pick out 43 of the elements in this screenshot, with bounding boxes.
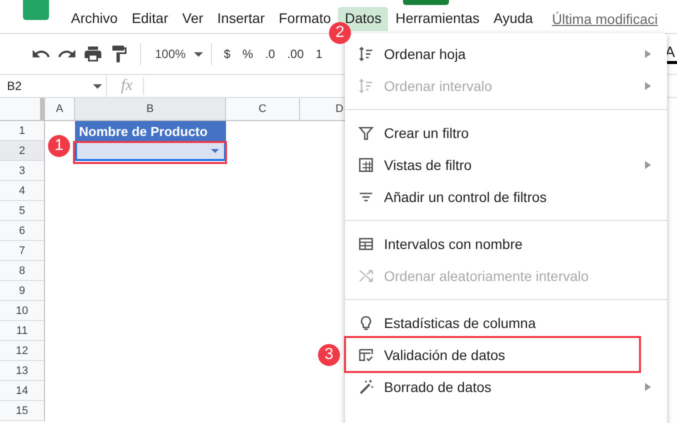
- increase-decimals-button[interactable]: .00: [287, 47, 304, 61]
- menu-item[interactable]: Insertar: [210, 7, 272, 31]
- row-header[interactable]: 4: [0, 181, 45, 201]
- menu-item[interactable]: Herramientas: [388, 7, 486, 31]
- row-header[interactable]: 6: [0, 221, 45, 241]
- row-header[interactable]: 10: [0, 301, 45, 321]
- menu-item[interactable]: Editar: [124, 7, 176, 31]
- row-header[interactable]: 7: [0, 241, 45, 261]
- row-header[interactable]: 15: [0, 401, 45, 421]
- step-number: 1: [48, 135, 70, 157]
- step-number: 2: [329, 22, 351, 44]
- number-format-button[interactable]: 1: [316, 47, 322, 61]
- row-header[interactable]: 11: [0, 321, 45, 341]
- row-header[interactable]: 2: [0, 141, 45, 161]
- column-header[interactable]: A: [45, 98, 75, 121]
- table-cell: Nombre de Producto: [75, 121, 226, 141]
- row-header[interactable]: 5: [0, 201, 45, 221]
- menu-item[interactable]: Ver: [175, 7, 210, 31]
- row-header[interactable]: 3: [0, 161, 45, 181]
- function-label: fx: [107, 77, 144, 95]
- column-header[interactable]: C: [226, 98, 300, 121]
- menu-item[interactable]: Intervalos con nombre: [345, 228, 667, 260]
- menu-item[interactable]: Estadísticas de columna: [345, 307, 667, 339]
- row-header[interactable]: 14: [0, 381, 45, 401]
- menu-item[interactable]: Borrado de datos: [345, 371, 667, 403]
- last-edit-link[interactable]: Última modificaci: [552, 11, 658, 27]
- row-header[interactable]: 9: [0, 281, 45, 301]
- menu-item[interactable]: Vistas de filtro: [345, 149, 667, 181]
- row-header[interactable]: 13: [0, 361, 45, 381]
- row-header[interactable]: 1: [0, 121, 45, 141]
- column-header[interactable]: B: [75, 98, 226, 121]
- step-number: 3: [318, 344, 340, 366]
- decrease-decimals-button[interactable]: .0: [265, 47, 276, 61]
- currency-format-button[interactable]: $: [224, 47, 230, 61]
- row-header[interactable]: 12: [0, 341, 45, 361]
- name-box[interactable]: B2: [0, 75, 107, 97]
- zoom-dropdown[interactable]: 100%: [149, 47, 203, 61]
- menu-item[interactable]: Añadir un control de filtros: [345, 181, 667, 213]
- percent-format-button[interactable]: %: [242, 47, 254, 61]
- row-header[interactable]: 8: [0, 261, 45, 281]
- menu-item[interactable]: Archivo: [64, 7, 125, 31]
- menu-item[interactable]: Validación de datos: [345, 339, 667, 371]
- menu-item[interactable]: Ayuda: [486, 7, 540, 31]
